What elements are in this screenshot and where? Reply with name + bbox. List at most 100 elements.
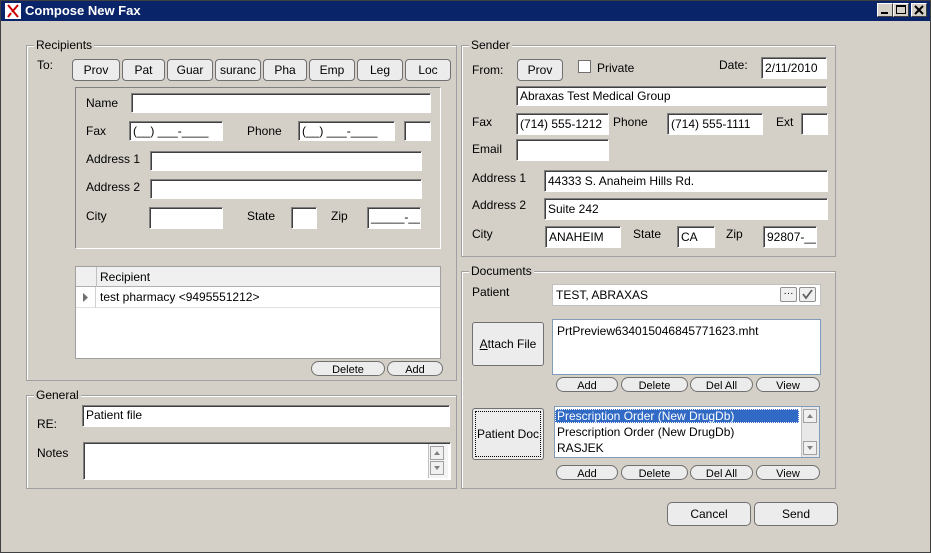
attach-delete-button[interactable]: Delete (621, 377, 688, 392)
sender-zip-label: Zip (726, 227, 743, 241)
to-loc-button[interactable]: Loc (405, 59, 451, 81)
scroll-up-icon[interactable] (430, 446, 444, 460)
scroll-down-icon[interactable] (803, 441, 817, 455)
list-item[interactable]: Prescription Order (New DrugDb) (555, 409, 799, 423)
recipient-fax-label: Fax (86, 124, 107, 138)
recipient-address1-field[interactable] (150, 151, 422, 171)
row-selector[interactable] (76, 287, 96, 308)
sender-fax-field[interactable]: (714) 555-1212 (516, 113, 609, 135)
re-label: RE: (37, 417, 58, 431)
sender-email-label: Email (472, 142, 503, 156)
notes-field[interactable] (83, 442, 451, 480)
sender-ext-label: Ext (776, 115, 794, 129)
to-prov-button[interactable]: Prov (72, 59, 120, 81)
from-prov-button[interactable]: Prov (517, 59, 563, 81)
close-icon[interactable] (911, 3, 927, 17)
doc-add-button[interactable]: Add (556, 465, 618, 480)
to-pat-button[interactable]: Pat (122, 59, 165, 81)
notes-label: Notes (37, 446, 69, 460)
to-label: To: (37, 58, 54, 72)
attached-files-list[interactable]: PrtPreview634015046845771623.mht (552, 319, 821, 375)
patient-docs-list[interactable]: Prescription Order (New DrugDb) Prescrip… (554, 406, 820, 458)
to-insurance-button[interactable]: suranc (215, 59, 261, 81)
attach-view-button[interactable]: View (756, 377, 820, 392)
cancel-button[interactable]: Cancel (667, 502, 751, 526)
recipient-name-label: Name (86, 96, 119, 110)
recipients-group-label: Recipients (34, 38, 95, 52)
sender-address1-field[interactable]: 44333 S. Anaheim Hills Rd. (544, 170, 828, 192)
recipient-city-field[interactable] (149, 207, 223, 229)
sender-state-label: State (633, 227, 662, 241)
patient-doc-button[interactable]: Patient Doc (472, 408, 544, 460)
compose-fax-window: Compose New Fax Recipients To: Prov Pat … (0, 0, 931, 553)
patient-browse-icon[interactable]: ··· (780, 287, 797, 302)
documents-group-label: Documents (469, 264, 534, 278)
date-label: Date: (719, 58, 748, 72)
doc-delete-button[interactable]: Delete (621, 465, 688, 480)
recipient-delete-button[interactable]: Delete (311, 361, 385, 376)
grid-header-divider (96, 267, 97, 287)
sender-ext-field[interactable] (801, 113, 828, 135)
to-guar-button[interactable]: Guar (167, 59, 213, 81)
recipient-add-button[interactable]: Add (387, 361, 443, 376)
minimize-icon[interactable] (877, 3, 893, 17)
recipient-grid[interactable]: Recipient test pharmacy <9495551212> (75, 266, 441, 359)
sender-zip-field[interactable]: 92807-__ (763, 226, 817, 248)
doc-del-all-button[interactable]: Del All (690, 465, 753, 480)
attach-file-button[interactable]: Attach File (472, 322, 544, 366)
notes-scrollbar[interactable] (428, 444, 448, 478)
recipient-fax-field[interactable]: (__) ___-____ (129, 121, 223, 141)
patient-label: Patient (472, 285, 510, 299)
sender-email-field[interactable] (516, 139, 609, 161)
from-label: From: (472, 63, 504, 77)
send-button[interactable]: Send (754, 502, 838, 526)
sender-city-label: City (472, 227, 493, 241)
to-pha-button[interactable]: Pha (263, 59, 307, 81)
app-logo-icon (5, 3, 21, 19)
recipient-ext-field[interactable] (404, 121, 431, 141)
attach-add-button[interactable]: Add (556, 377, 618, 392)
recipient-state-label: State (247, 209, 276, 223)
patient-docs-scrollbar[interactable] (801, 407, 819, 457)
table-row[interactable]: test pharmacy <9495551212> (76, 287, 440, 308)
re-field[interactable]: Patient file (82, 405, 450, 427)
sender-address2-label: Address 2 (472, 198, 527, 212)
doc-view-button[interactable]: View (756, 465, 820, 480)
sender-fax-label: Fax (472, 115, 493, 129)
recipient-state-field[interactable] (291, 207, 317, 229)
recipient-zip-field[interactable]: _____-____ (367, 207, 421, 229)
to-emp-button[interactable]: Emp (309, 59, 355, 81)
recipient-address2-label: Address 2 (86, 180, 141, 194)
scroll-up-icon[interactable] (803, 409, 817, 423)
patient-check-icon[interactable] (799, 287, 816, 302)
recipient-column-header[interactable]: Recipient (100, 270, 150, 284)
sender-group-label: Sender (469, 38, 512, 52)
recipient-zip-label: Zip (331, 209, 348, 223)
date-field[interactable]: 2/11/2010 (761, 57, 827, 79)
attach-del-all-button[interactable]: Del All (690, 377, 753, 392)
sender-state-field[interactable]: CA (677, 226, 715, 248)
list-item[interactable]: PrtPreview634015046845771623.mht (553, 320, 820, 338)
recipient-phone-label: Phone (247, 124, 282, 138)
attach-accelerator: A (479, 337, 488, 351)
sender-city-field[interactable]: ANAHEIM (545, 226, 621, 248)
recipient-phone-field[interactable]: (__) ___-____ (298, 121, 395, 141)
sender-organization-field[interactable]: Abraxas Test Medical Group (516, 86, 827, 106)
sender-address2-field[interactable]: Suite 242 (544, 198, 828, 220)
recipient-cell[interactable]: test pharmacy <9495551212> (100, 290, 259, 304)
maximize-icon[interactable] (893, 3, 909, 17)
title-bar[interactable]: Compose New Fax (1, 1, 930, 21)
recipient-address2-field[interactable] (150, 179, 422, 199)
window-title: Compose New Fax (25, 3, 141, 18)
sender-phone-label: Phone (613, 115, 648, 129)
list-item[interactable]: Prescription Order (New DrugDb) (555, 425, 799, 439)
recipient-grid-header: Recipient (76, 267, 440, 287)
private-checkbox[interactable] (578, 60, 591, 73)
private-label: Private (597, 61, 635, 75)
scroll-down-icon[interactable] (430, 461, 444, 475)
recipient-name-field[interactable] (131, 93, 431, 113)
to-leg-button[interactable]: Leg (357, 59, 403, 81)
general-group-label: General (34, 388, 81, 402)
sender-phone-field[interactable]: (714) 555-1111 (667, 113, 763, 135)
list-item[interactable]: RASJEK (555, 441, 799, 455)
